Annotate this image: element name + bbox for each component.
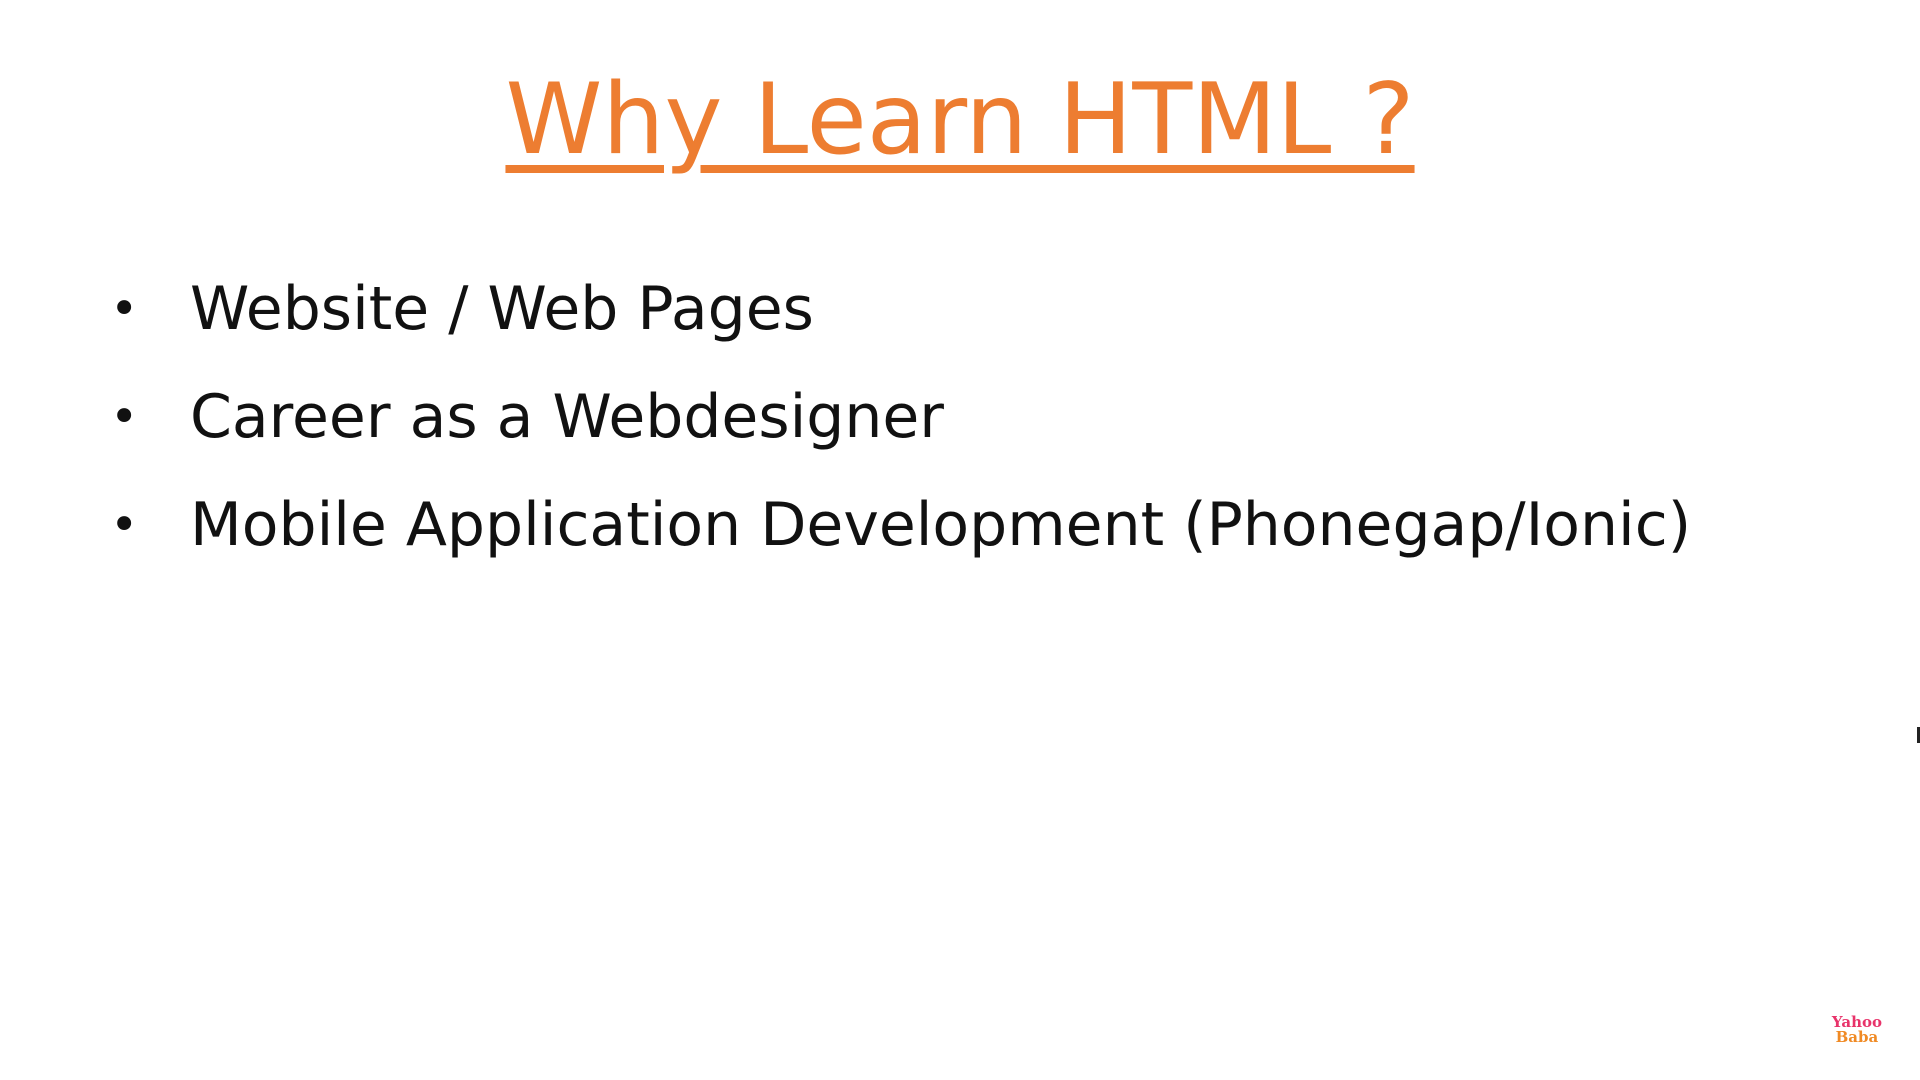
channel-logo: Yahoo Baba [1832,1014,1882,1047]
bullet-text: Mobile Application Development (Phonegap… [190,490,1692,560]
bullet-icon: • [110,389,139,445]
bullet-icon: • [110,497,139,553]
bullet-text: Website / Web Pages [190,274,814,344]
slide-title-text: Why Learn HTML ? [505,63,1415,177]
slide-title: Why Learn HTML ? [0,62,1920,180]
logo-line-2: Baba [1835,1028,1879,1047]
bullet-item-website: • Website / Web Pages [110,255,1691,363]
bullet-icon: • [110,281,139,337]
slide: Why Learn HTML ? • Website / Web Pages •… [0,0,1920,1080]
bullet-text: Career as a Webdesigner [190,382,944,452]
bullet-item-mobile: • Mobile Application Development (Phoneg… [110,471,1691,579]
bullet-item-career: • Career as a Webdesigner [110,363,1691,471]
bullet-list: • Website / Web Pages • Career as a Webd… [110,255,1691,579]
